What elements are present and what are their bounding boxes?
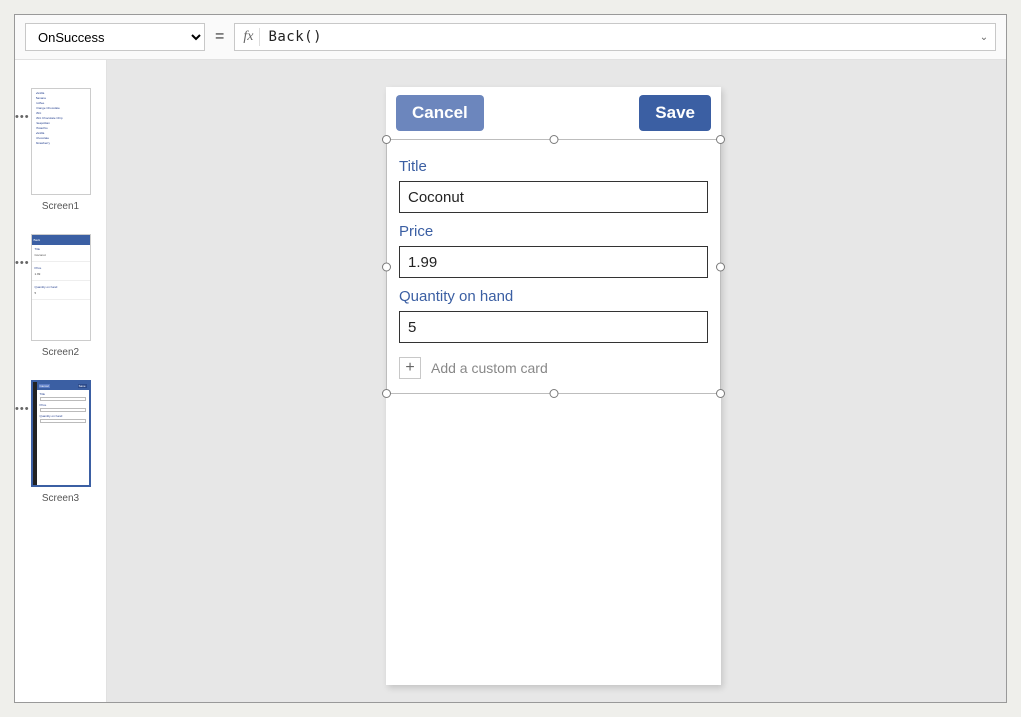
screen-thumb-1[interactable]: ••• Vanilla Banana Coffee Orange Chocola… bbox=[19, 88, 102, 212]
thumb-preview-2: Back Title Coconut Price 1.99 Quantity o… bbox=[31, 234, 91, 341]
fx-icon: fx bbox=[235, 28, 260, 46]
chevron-down-icon[interactable]: ⌄ bbox=[973, 32, 995, 43]
editor-body: ••• Vanilla Banana Coffee Orange Chocola… bbox=[15, 60, 1006, 702]
add-card-label: Add a custom card bbox=[431, 360, 548, 376]
title-input[interactable] bbox=[399, 181, 708, 213]
phone-preview: Cancel Save Title bbox=[386, 87, 721, 685]
resize-handle[interactable] bbox=[382, 262, 391, 271]
quantity-input[interactable] bbox=[399, 311, 708, 343]
more-icon[interactable]: ••• bbox=[15, 262, 30, 265]
thumb-preview-3: Cancel Save Title Price Quantity on hand bbox=[31, 380, 91, 487]
resize-handle[interactable] bbox=[716, 135, 725, 144]
formula-input[interactable] bbox=[260, 29, 973, 45]
add-custom-card[interactable]: + Add a custom card bbox=[399, 357, 708, 379]
field-title: Title bbox=[399, 158, 708, 213]
thumb-label: Screen3 bbox=[42, 493, 79, 504]
price-input[interactable] bbox=[399, 246, 708, 278]
resize-handle[interactable] bbox=[716, 389, 725, 398]
resize-handle[interactable] bbox=[549, 135, 558, 144]
resize-handle[interactable] bbox=[716, 262, 725, 271]
edit-form[interactable]: Title Price Quantity on hand + Add a cus… bbox=[386, 139, 721, 394]
formula-bar: OnSuccess = fx ⌄ bbox=[15, 15, 1006, 60]
canvas[interactable]: Cancel Save Title bbox=[107, 60, 1006, 702]
field-label: Title bbox=[399, 158, 708, 175]
field-label: Quantity on hand bbox=[399, 288, 708, 305]
field-price: Price bbox=[399, 223, 708, 278]
field-quantity: Quantity on hand bbox=[399, 288, 708, 343]
save-button[interactable]: Save bbox=[639, 95, 711, 131]
property-dropdown[interactable]: OnSuccess bbox=[25, 23, 205, 51]
screen-thumb-2[interactable]: ••• Back Title Coconut Price 1.99 Quanti… bbox=[19, 234, 102, 358]
more-icon[interactable]: ••• bbox=[15, 408, 30, 411]
thumb-label: Screen1 bbox=[42, 201, 79, 212]
app-frame: OnSuccess = fx ⌄ ••• Vanilla Banana Coff… bbox=[14, 14, 1007, 703]
plus-icon: + bbox=[399, 357, 421, 379]
app-header: Cancel Save bbox=[386, 87, 721, 139]
equals-sign: = bbox=[213, 28, 226, 46]
resize-handle[interactable] bbox=[549, 389, 558, 398]
thumb-preview-1: Vanilla Banana Coffee Orange Chocolate M… bbox=[31, 88, 91, 195]
thumb-label: Screen2 bbox=[42, 347, 79, 358]
more-icon[interactable]: ••• bbox=[15, 116, 30, 119]
cancel-button[interactable]: Cancel bbox=[396, 95, 484, 131]
resize-handle[interactable] bbox=[382, 135, 391, 144]
screen-thumb-3[interactable]: ••• Cancel Save Title Price Quantity on … bbox=[19, 380, 102, 504]
resize-handle[interactable] bbox=[382, 389, 391, 398]
field-label: Price bbox=[399, 223, 708, 240]
formula-box: fx ⌄ bbox=[234, 23, 996, 51]
screen-thumbnails: ••• Vanilla Banana Coffee Orange Chocola… bbox=[15, 60, 107, 702]
